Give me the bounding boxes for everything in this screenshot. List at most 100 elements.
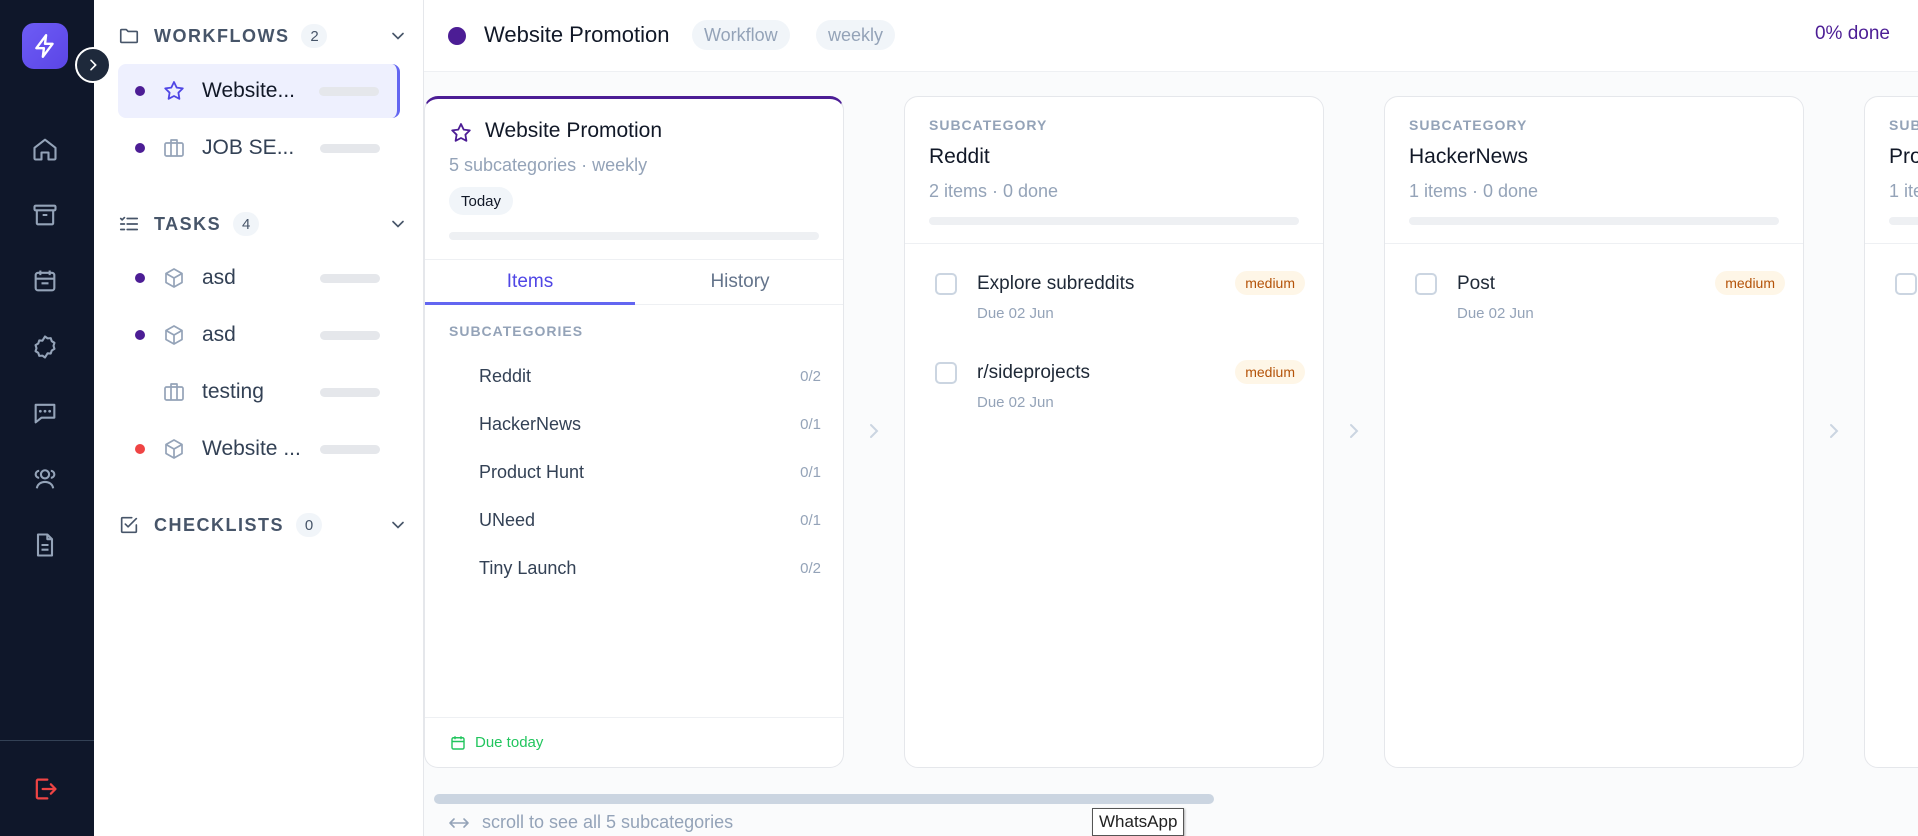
status-dot: [135, 444, 145, 454]
today-badge: Today: [449, 187, 514, 215]
subcategory-title: Pro: [1889, 145, 1918, 168]
tasks-section-header[interactable]: TASKS 4: [118, 210, 408, 238]
subcategory-label: SUBCATEGORY: [1409, 117, 1528, 133]
sidebar-item-task-asd[interactable]: asd: [118, 251, 398, 305]
users-icon[interactable]: [30, 464, 60, 494]
sidebar-item-task-website[interactable]: Website ...: [118, 422, 398, 476]
subcategory-row-reddit[interactable]: Reddit 0/2: [479, 363, 821, 389]
sidebar-item-label: asd: [202, 323, 236, 346]
subcategories-heading: SUBCATEGORIES: [449, 323, 584, 339]
task-list-icon: [118, 212, 142, 236]
subcategory-card-reddit: SUBCATEGORY Reddit 2 items · 0 done Expl…: [904, 96, 1324, 768]
expand-sidebar-button[interactable]: [75, 47, 111, 83]
tab-items[interactable]: Items: [425, 260, 635, 305]
subcategory-row-hackernews[interactable]: HackerNews 0/1: [479, 411, 821, 437]
subcategory-card-hackernews: SUBCATEGORY HackerNews 1 items · 0 done …: [1384, 96, 1804, 768]
progress-bar: [320, 387, 380, 397]
sidebar-item-task-testing[interactable]: testing: [118, 365, 398, 419]
workflow-subtitle: 5 subcategories · weekly: [449, 155, 648, 175]
due-status: Due today: [475, 734, 544, 751]
subcategory-count: 0/1: [800, 415, 821, 433]
tab-history[interactable]: History: [635, 260, 843, 304]
sidebar-item-label: Website...: [202, 79, 295, 102]
task-checkbox[interactable]: [935, 273, 957, 295]
chevron-down-icon[interactable]: [388, 26, 408, 46]
divider: [905, 243, 1323, 244]
progress-bar: [320, 143, 380, 153]
board: Website Promotion 5 subcategories · week…: [424, 72, 1918, 836]
horizontal-scrollbar[interactable]: [434, 794, 1214, 804]
task-item: Explore subreddits Due 02 Jun medium: [935, 271, 1305, 333]
chevron-down-icon[interactable]: [388, 515, 408, 535]
workflow-color-dot: [448, 27, 466, 45]
folder-icon: [118, 24, 142, 48]
tasks-title: TASKS: [154, 213, 222, 234]
chevron-right-icon: [870, 424, 879, 438]
checkbox-checked-icon: [118, 513, 142, 537]
status-dot: [135, 330, 145, 340]
status-dot: [135, 143, 145, 153]
sidebar-item-website-promotion[interactable]: Website...: [118, 64, 400, 118]
rail-divider: [0, 740, 94, 741]
checklists-title: CHECKLISTS: [154, 514, 285, 535]
task-item: Post Due 02 Jun medium: [1415, 271, 1785, 333]
card-footer: Due today: [425, 717, 843, 767]
subcategory-label: SUBCATEGORY: [929, 117, 1048, 133]
task-due-date: Due 02 Jun: [977, 305, 1054, 322]
sidebar-item-task-asd-2[interactable]: asd: [118, 308, 398, 362]
subcategory-row-uneed[interactable]: UNeed 0/1: [479, 507, 821, 533]
archive-icon[interactable]: [30, 200, 60, 230]
checklists-section-header[interactable]: CHECKLISTS 0: [118, 511, 408, 539]
subcategory-count: 0/2: [800, 559, 821, 577]
cube-icon: [162, 266, 186, 290]
chat-icon[interactable]: [30, 398, 60, 428]
star-icon[interactable]: [449, 121, 473, 145]
priority-badge: medium: [1715, 271, 1785, 295]
task-name[interactable]: Post: [1457, 273, 1495, 295]
task-item: [1895, 273, 1918, 333]
workflows-section-header[interactable]: WORKFLOWS 2: [118, 22, 408, 50]
subcategory-row-product-hunt[interactable]: Product Hunt 0/1: [479, 459, 821, 485]
subcategory-title: HackerNews: [1409, 145, 1529, 168]
subcategory-label: SUBE: [1889, 117, 1918, 133]
type-tag: Workflow: [692, 20, 790, 50]
workflows-title: WORKFLOWS: [154, 25, 290, 46]
document-icon[interactable]: [30, 530, 60, 560]
star-icon: [162, 79, 186, 103]
checklists-count: 0: [296, 513, 323, 537]
progress-bar: [320, 444, 380, 454]
sidebar-item-label: Website ...: [202, 437, 301, 460]
sidebar-item-job-search[interactable]: JOB SE...: [118, 121, 398, 175]
task-name[interactable]: r/sideprojects: [977, 362, 1090, 384]
home-icon[interactable]: [30, 134, 60, 164]
task-checkbox[interactable]: [935, 362, 957, 384]
app-logo-bolt-icon[interactable]: [22, 23, 68, 69]
logout-icon[interactable]: [30, 774, 60, 804]
task-checkbox[interactable]: [1415, 273, 1437, 295]
subcategory-progress-bar: [1889, 217, 1918, 225]
subcategory-row-tiny-launch[interactable]: Tiny Launch 0/2: [479, 555, 821, 581]
chevron-right-icon: [90, 59, 97, 71]
progress-bar: [319, 86, 379, 96]
workflow-progress-bar: [449, 232, 819, 240]
tooltip: WhatsApp: [1092, 808, 1185, 836]
task-name[interactable]: Explore subreddits: [977, 273, 1134, 295]
chevron-down-icon[interactable]: [388, 214, 408, 234]
chevron-right-icon: [1830, 424, 1839, 438]
chevron-right-icon: [1350, 424, 1359, 438]
subcategory-card-product-hunt: SUBE Pro 1 ite: [1864, 96, 1918, 768]
subcategory-name: UNeed: [479, 509, 536, 530]
task-checkbox[interactable]: [1895, 273, 1917, 295]
calendar-icon[interactable]: [30, 266, 60, 296]
subcategory-progress-bar: [929, 217, 1299, 225]
progress-bar: [320, 330, 380, 340]
subcategory-summary: 1 items · 0 done: [1409, 181, 1539, 201]
subcategory-name: Tiny Launch: [479, 557, 577, 578]
subcategory-count: 0/1: [800, 511, 821, 529]
subcategory-name: Reddit: [479, 365, 532, 386]
workflow-overview-card: Website Promotion 5 subcategories · week…: [424, 96, 844, 768]
badge-icon[interactable]: [30, 332, 60, 362]
priority-badge: medium: [1235, 360, 1305, 384]
subcategory-summary: 2 items · 0 done: [929, 181, 1059, 201]
scroll-hint: scroll to see all 5 subcategories: [448, 812, 733, 833]
